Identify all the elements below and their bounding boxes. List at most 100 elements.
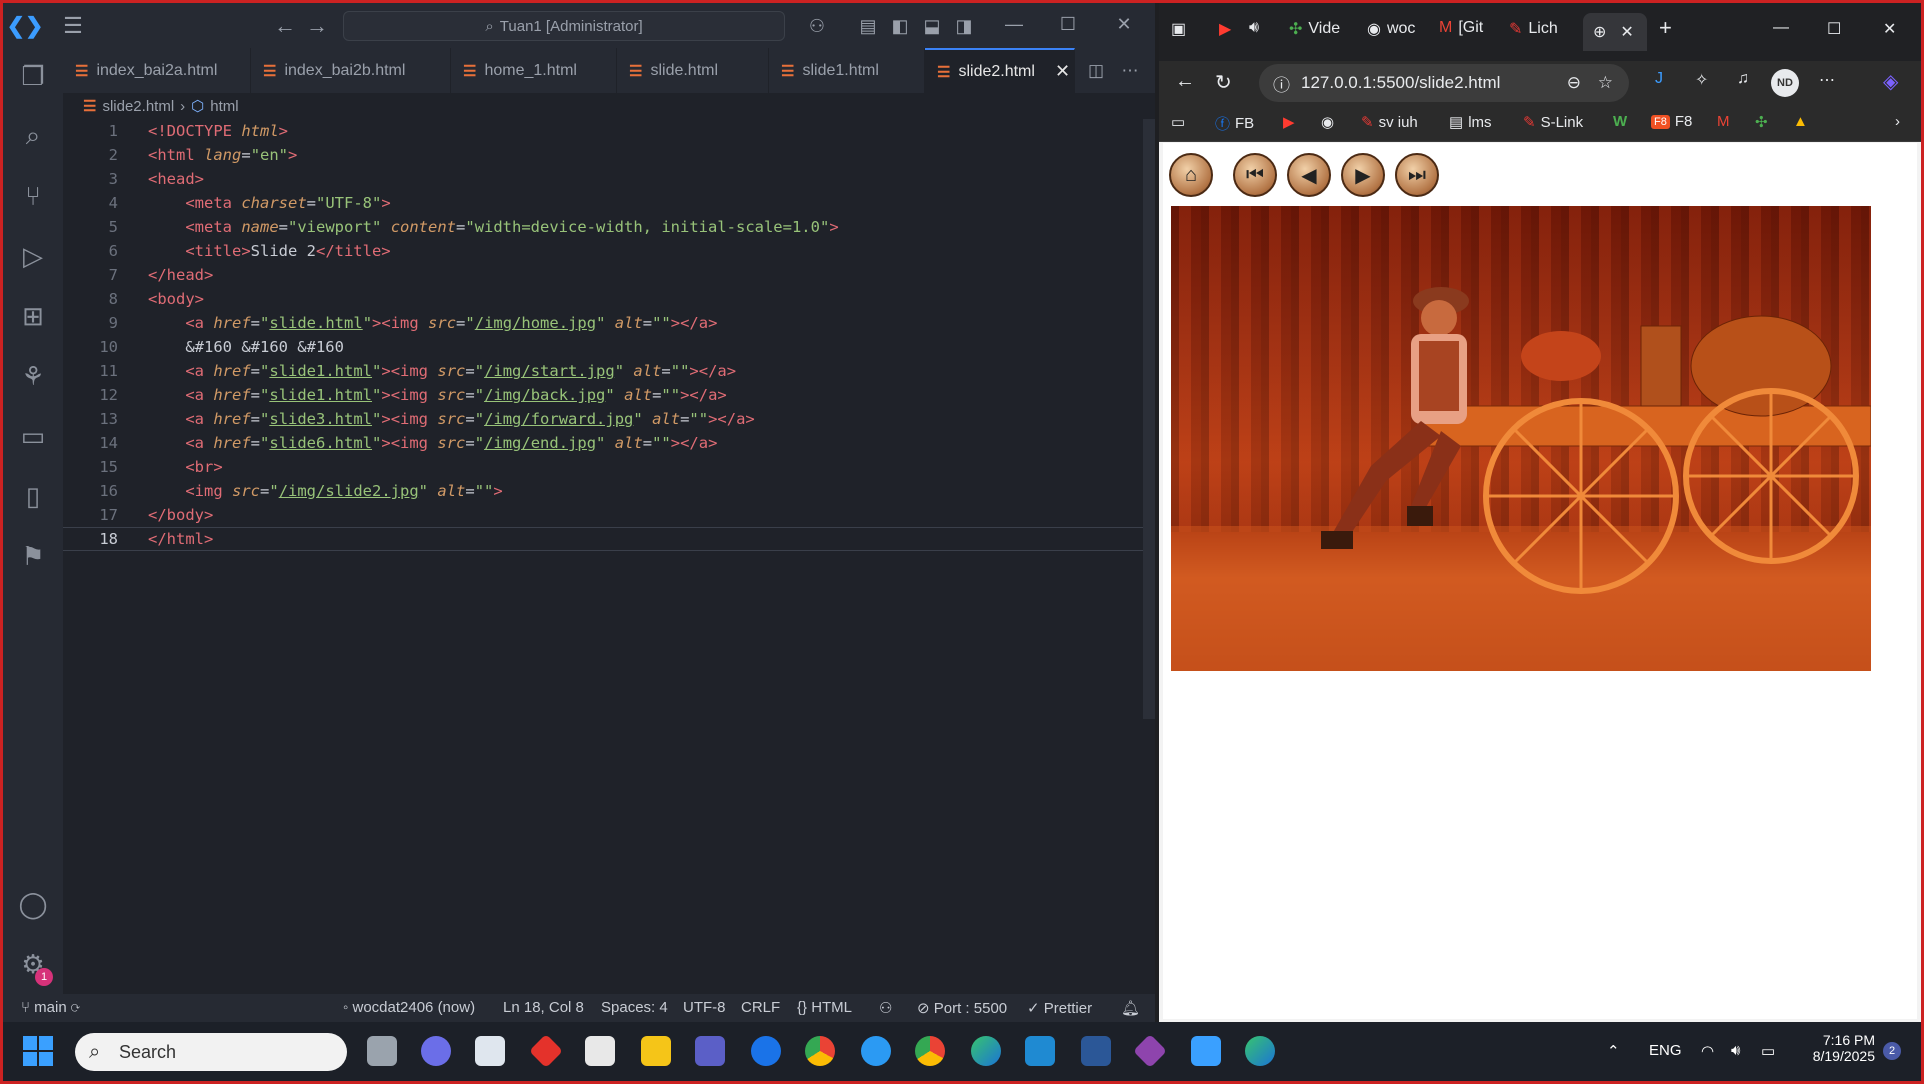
minimize-icon[interactable]: — <box>1773 19 1789 37</box>
live-server-port[interactable]: ⊘ Port : 5500 <box>917 999 1007 1017</box>
copilot-icon[interactable]: ⚇ <box>799 13 835 39</box>
youtube-icon[interactable]: ▶ <box>1283 113 1295 131</box>
notepad-icon[interactable] <box>1191 1036 1221 1066</box>
new-tab-icon[interactable]: + <box>1659 15 1672 41</box>
browser-tab-lich[interactable]: ✎ Lich <box>1509 19 1558 39</box>
prettier-status[interactable]: ✓ Prettier <box>1027 999 1092 1017</box>
maximize-icon[interactable]: ☐ <box>1055 11 1081 37</box>
volume-icon[interactable]: 🔊︎ <box>1731 1042 1740 1059</box>
extension-j-icon[interactable]: J <box>1655 70 1663 88</box>
w-icon[interactable]: W <box>1613 113 1627 130</box>
youtube-icon[interactable]: ▶ <box>1219 19 1231 39</box>
tab-close-icon[interactable]: ✕ <box>1055 61 1070 82</box>
home-button[interactable]: ⌂ <box>1169 153 1213 197</box>
browser-tab-active[interactable]: ⊕ ✕ <box>1583 13 1647 51</box>
sound-icon[interactable]: 🔊︎ <box>1249 19 1259 37</box>
indentation[interactable]: Spaces: 4 <box>601 999 668 1016</box>
bookmark-lms[interactable]: ▤ lms <box>1449 113 1492 132</box>
bookmark-f8[interactable]: F8 F8 <box>1651 113 1692 130</box>
media-icon[interactable]: ♫ <box>1737 70 1749 88</box>
browser-tab-video[interactable]: ✣ Vide <box>1289 19 1340 39</box>
editor-scrollbar[interactable] <box>1143 119 1155 719</box>
star-icon[interactable]: ☆ <box>1598 73 1613 93</box>
bookmark-fb[interactable]: ⓕ FB <box>1215 113 1254 134</box>
help-icon[interactable] <box>861 1036 891 1066</box>
tab-index-bai2b[interactable]: ☰ index_bai2b.html <box>251 48 451 93</box>
chrome-icon[interactable] <box>805 1036 835 1066</box>
word-icon[interactable] <box>1081 1036 1111 1066</box>
zoom-icon[interactable]: ⊖ <box>1567 73 1581 93</box>
command-center-search[interactable]: ⌕ Tuan1 [Administrator] <box>343 11 785 41</box>
python-icon[interactable]: ⚘ <box>17 360 49 392</box>
notification-badge[interactable]: 2 <box>1883 1042 1901 1060</box>
toggle-panel-icon[interactable]: ⬓ <box>919 13 945 39</box>
testing-icon[interactable]: ▯ <box>17 480 49 512</box>
remote-explorer-icon[interactable]: ▭ <box>17 420 49 452</box>
tab-index-bai2a[interactable]: ☰ index_bai2a.html <box>63 48 251 93</box>
input-language[interactable]: ENG <box>1649 1042 1682 1059</box>
taskbar-search[interactable]: ⌕ Search <box>75 1033 347 1071</box>
edge-icon[interactable] <box>971 1036 1001 1066</box>
run-debug-icon[interactable]: ▷ <box>17 240 49 272</box>
edge-dev-icon[interactable] <box>1245 1036 1275 1066</box>
tab-home-1[interactable]: ☰ home_1.html <box>451 48 617 93</box>
cursor-position[interactable]: Ln 18, Col 8 <box>503 999 584 1016</box>
git-user-status[interactable]: ◦ wocdat2406 (now) <box>343 999 475 1016</box>
copilot-status-icon[interactable]: ⚇ <box>879 999 892 1017</box>
end-button[interactable]: ⏭ <box>1395 153 1439 197</box>
tab-close-icon[interactable]: ✕ <box>1620 22 1633 42</box>
chevron-up-icon[interactable]: ⌃ <box>1607 1042 1620 1060</box>
breadcrumb-file[interactable]: slide2.html <box>102 98 174 115</box>
gmail-icon[interactable]: M <box>1717 113 1730 130</box>
customize-layout-icon[interactable]: ▤ <box>855 13 881 39</box>
wifi-icon[interactable]: ◠ <box>1701 1042 1714 1060</box>
github-icon[interactable]: ◉ <box>1321 113 1334 131</box>
forward-arrow-icon[interactable]: → <box>305 13 329 39</box>
battery-icon[interactable]: ▭ <box>1761 1042 1775 1060</box>
account-icon[interactable]: ◯ <box>17 888 49 920</box>
file-explorer-icon[interactable] <box>641 1036 671 1066</box>
breadcrumb-symbol[interactable]: html <box>210 98 238 115</box>
more-menu-icon[interactable]: ⋯ <box>1819 70 1835 90</box>
snipping-tool-icon[interactable] <box>475 1036 505 1066</box>
tab-slide[interactable]: ☰ slide.html <box>617 48 769 93</box>
branch-status[interactable]: ⑂ main ⟳ <box>21 999 80 1016</box>
notifications-bell-icon[interactable]: 🔔︎ <box>1121 999 1140 1017</box>
explorer-icon[interactable]: ❐ <box>17 60 49 92</box>
minimize-icon[interactable]: — <box>1001 11 1027 37</box>
reading-list-icon[interactable]: ▭ <box>1171 113 1185 131</box>
clock[interactable]: 7:16 PM 8/19/2025 <box>1799 1032 1875 1064</box>
browser-tab-github[interactable]: ◉ woc <box>1367 19 1415 39</box>
photos-icon[interactable]: ✣ <box>1755 113 1768 131</box>
windows-start-icon[interactable] <box>23 1036 53 1066</box>
task-view-icon[interactable] <box>367 1036 397 1066</box>
meet-icon[interactable] <box>421 1036 451 1066</box>
extensions-icon[interactable]: ⊞ <box>17 300 49 332</box>
toggle-sidebar-icon[interactable]: ◧ <box>887 13 913 39</box>
toggle-secondary-sidebar-icon[interactable]: ◨ <box>951 13 977 39</box>
back-icon[interactable]: ← <box>1175 70 1195 93</box>
chevron-right-icon[interactable]: › <box>1895 113 1900 130</box>
end-of-line[interactable]: CRLF <box>741 999 780 1016</box>
back-arrow-icon[interactable]: ← <box>273 13 297 39</box>
close-icon[interactable]: ✕ <box>1111 11 1137 37</box>
extensions-icon[interactable]: ✧ <box>1695 70 1708 90</box>
bookmark-icon[interactable]: ⚑ <box>17 540 49 572</box>
reload-icon[interactable]: ↻ <box>1215 70 1232 95</box>
split-editor-icon[interactable]: ◫ <box>1083 58 1109 84</box>
more-actions-icon[interactable]: ⋯ <box>1117 58 1143 84</box>
source-control-icon[interactable]: ⑂ <box>17 180 49 212</box>
language-mode[interactable]: {} HTML <box>797 999 852 1016</box>
maximize-icon[interactable]: ☐ <box>1827 19 1841 39</box>
start-button[interactable]: ⏮ <box>1233 153 1277 197</box>
code-editor[interactable]: 1 <!DOCTYPE html> 2 <html lang="en"> 3 <hea… <box>63 119 1143 994</box>
menu-icon[interactable]: ☰ <box>59 13 87 39</box>
forward-button[interactable]: ▶ <box>1341 153 1385 197</box>
tab-slide2[interactable]: ☰ slide2.html ✕ <box>925 48 1075 93</box>
bookmark-sv-iuh[interactable]: ✎ sv iuh <box>1361 113 1418 132</box>
profile-avatar[interactable]: ND <box>1771 69 1799 97</box>
app-icon[interactable] <box>1133 1034 1167 1068</box>
close-icon[interactable]: ✕ <box>1883 19 1896 39</box>
encoding[interactable]: UTF-8 <box>683 999 726 1016</box>
back-button[interactable]: ◀ <box>1287 153 1331 197</box>
